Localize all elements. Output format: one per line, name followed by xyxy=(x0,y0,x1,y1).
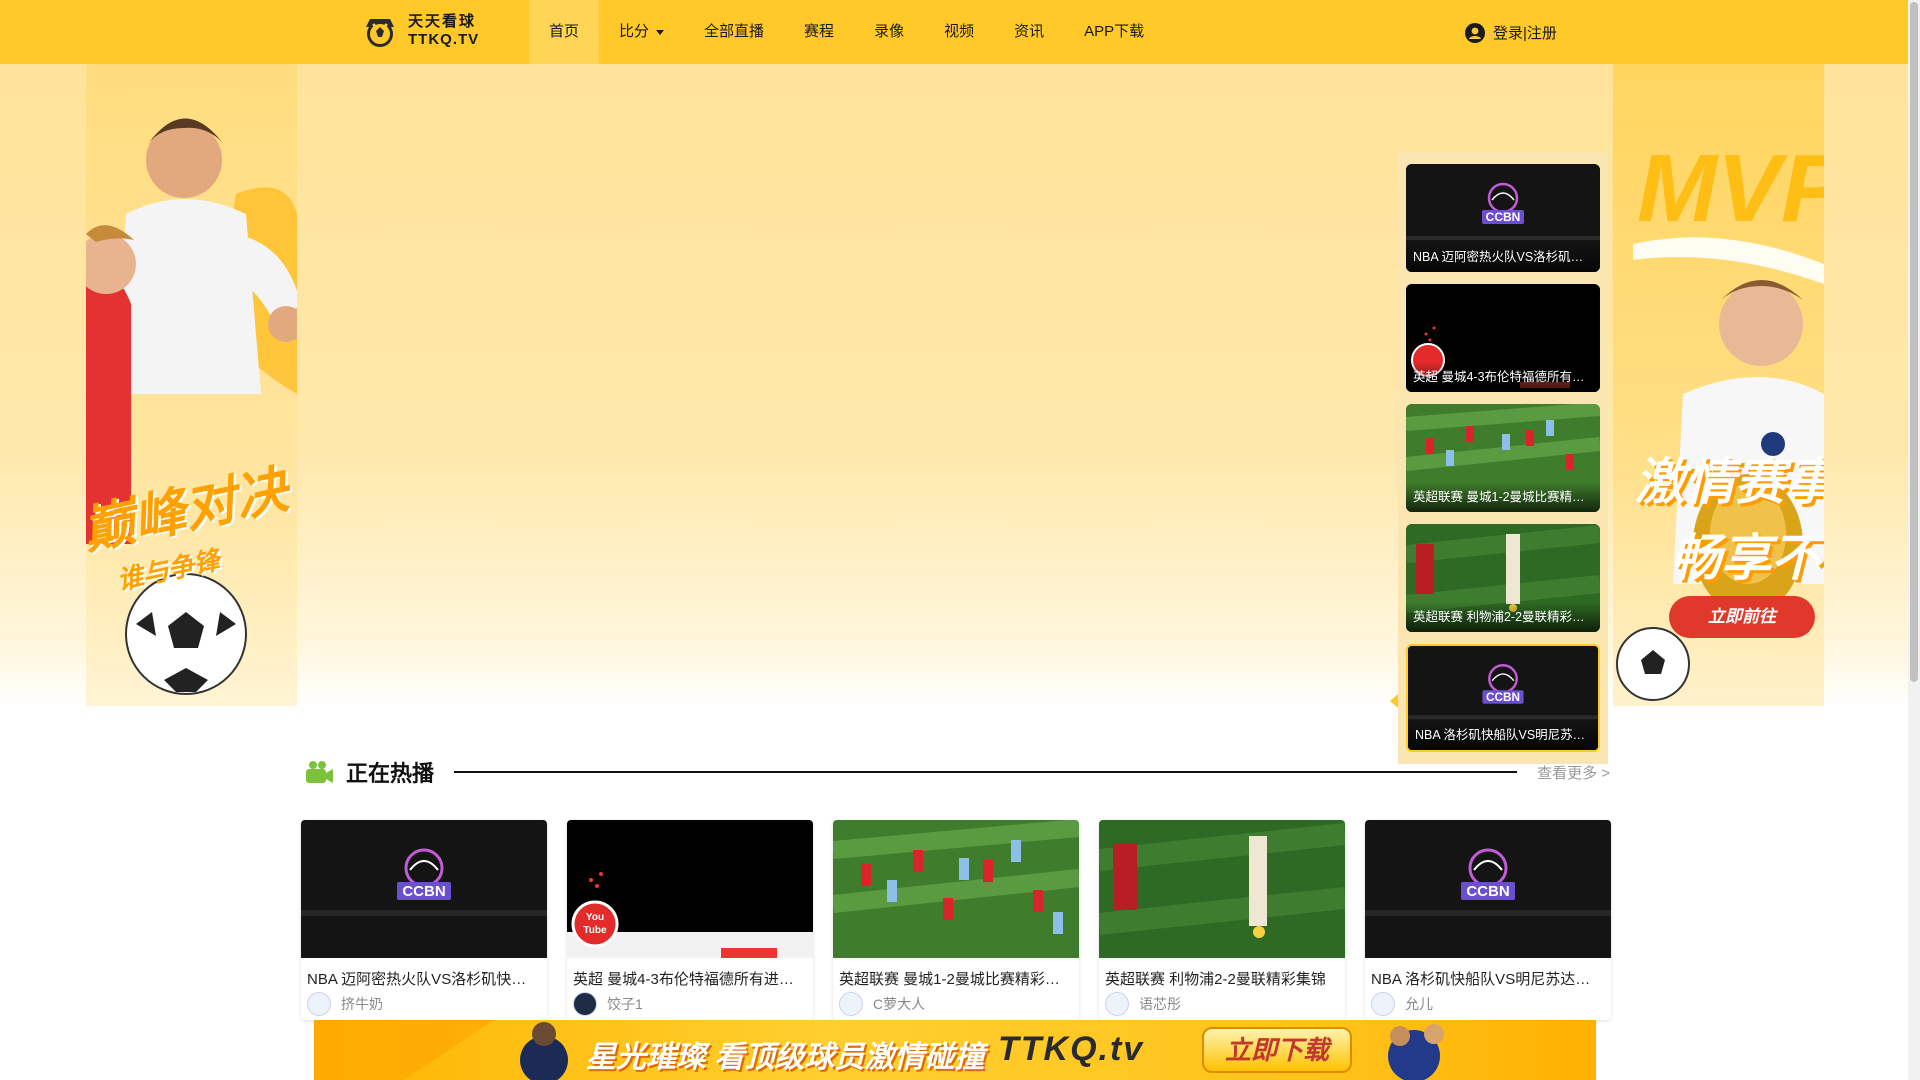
hero-area: 巅峰对决 谁与争锋 MVP 激情赛事 畅享不停 立即前往 xyxy=(0,64,1908,764)
view-more-link[interactable]: 查看更多 > xyxy=(1537,762,1610,783)
now-playing-section-header: 正在热播 查看更多 > xyxy=(304,752,1610,792)
football-pitch-icon xyxy=(1099,820,1345,958)
avatar xyxy=(839,992,863,1016)
video-card[interactable]: CCBN NBA 洛杉矶快船队VS明尼苏达森林狼队 允儿 xyxy=(1365,820,1611,1020)
left-banner-art xyxy=(86,118,297,695)
nav-news[interactable]: 资讯 xyxy=(994,0,1064,64)
scrollbar-thumb[interactable] xyxy=(1910,2,1918,682)
video-card[interactable]: CCBN NBA 迈阿密热火队VS洛杉矶快船队 挤牛奶 xyxy=(301,820,547,1020)
author-name: C萝大人 xyxy=(873,996,926,1012)
login-register-label: 登录|注册 xyxy=(1493,25,1557,42)
page-scrollbar[interactable] xyxy=(1908,0,1920,1080)
top-header: 天天看球 TTKQ.TV 首页 比分 全部直播 赛程 录像 视频 资讯 APP下… xyxy=(0,0,1908,64)
svg-text:CCBN: CCBN xyxy=(1486,210,1521,224)
active-item-arrow-icon xyxy=(1390,694,1398,708)
avatar xyxy=(1105,992,1129,1016)
playlist-item-title: NBA 迈阿密热火队VS洛杉矶快船队 xyxy=(1406,242,1600,272)
nav-home-label: 首页 xyxy=(549,23,580,40)
download-now-button[interactable]: 立即下载 xyxy=(1202,1027,1352,1073)
video-card-title: 英超联赛 利物浦2-2曼联精彩集锦 xyxy=(1105,971,1326,988)
svg-text:CCBN: CCBN xyxy=(1486,691,1520,704)
svg-text:CCBN: CCBN xyxy=(1466,883,1509,900)
caret-down-icon xyxy=(656,29,665,35)
svg-text:You: You xyxy=(586,912,604,923)
nav-news-label: 资讯 xyxy=(1014,23,1045,40)
nav-video[interactable]: 视频 xyxy=(924,0,994,64)
playlist-item-title: 英超联赛 利物浦2-2曼联精彩集锦 xyxy=(1406,602,1600,632)
user-circle-icon xyxy=(1465,22,1485,43)
section-title: 正在热播 xyxy=(346,761,435,786)
playlist-item[interactable]: 英超 曼城4-3布伦特福德所有进球及集锦 xyxy=(1406,284,1600,392)
avatar xyxy=(1371,992,1395,1016)
right-banner-slogan-2: 畅享不停 xyxy=(1671,530,1824,586)
nav-app-download[interactable]: APP下载 xyxy=(1064,0,1164,64)
nav-home[interactable]: 首页 xyxy=(529,0,600,64)
svg-text:Tube: Tube xyxy=(583,925,607,936)
app-download-promo-banner[interactable]: 星光璀璨 看顶级球员激情碰撞 TTKQ.tv 立即下载 xyxy=(314,1020,1596,1080)
nav-app-download-label: APP下载 xyxy=(1084,23,1145,40)
video-card-author: 饺子1 xyxy=(573,992,643,1016)
go-now-button[interactable]: 立即前往 xyxy=(1669,596,1815,638)
nav-replay[interactable]: 录像 xyxy=(854,0,924,64)
video-card-author: 挤牛奶 xyxy=(307,992,383,1016)
nav-schedule[interactable]: 赛程 xyxy=(784,0,854,64)
avatar xyxy=(307,992,331,1016)
logo-ball-icon xyxy=(366,19,394,47)
promo-brand: TTKQ.tv xyxy=(998,1030,1145,1068)
author-name: 语芯彤 xyxy=(1139,996,1181,1012)
site-logo[interactable]: 天天看球 TTKQ.TV xyxy=(362,13,479,49)
author-name: 允儿 xyxy=(1405,996,1433,1012)
playlist-item[interactable]: 英超联赛 曼城1-2曼城比赛精彩集锦 xyxy=(1406,404,1600,512)
playlist-item-title: 英超 曼城4-3布伦特福德所有进球及集锦 xyxy=(1406,362,1600,392)
playlist-item-title: 英超联赛 曼城1-2曼城比赛精彩集锦 xyxy=(1406,482,1600,512)
playlist-item-active[interactable]: CCBN NBA 洛杉矶快船队VS明尼苏达森林狼队 xyxy=(1406,644,1600,752)
video-card-title: NBA 迈阿密热火队VS洛杉矶快船队 xyxy=(307,971,541,988)
nav-score[interactable]: 比分 xyxy=(599,0,684,64)
nav-score-label: 比分 xyxy=(619,23,650,40)
ccbn-logo-icon: CCBN xyxy=(1365,820,1611,958)
nav-replay-label: 录像 xyxy=(874,23,905,40)
video-card-author: 允儿 xyxy=(1371,992,1433,1016)
video-card-list: CCBN NBA 迈阿密热火队VS洛杉矶快船队 挤牛奶 You Tube 英超 … xyxy=(301,820,1611,1020)
avatar xyxy=(573,992,597,1016)
promo-slogan: 星光璀璨 看顶级球员激情碰撞 xyxy=(586,1041,985,1074)
video-card-title: 英超联赛 曼城1-2曼城比赛精彩集锦 xyxy=(839,971,1073,988)
right-ad-banner[interactable]: MVP 激情赛事 畅享不停 立即前往 xyxy=(1613,64,1824,706)
logo-name-en: TTKQ.TV xyxy=(408,31,480,48)
video-card-title: NBA 洛杉矶快船队VS明尼苏达森林狼队 xyxy=(1371,971,1605,988)
youtube-icon: You Tube xyxy=(567,820,813,958)
video-card[interactable]: 英超联赛 曼城1-2曼城比赛精彩集锦 C萝大人 xyxy=(833,820,1079,1020)
author-name: 饺子1 xyxy=(607,996,643,1012)
camera-icon xyxy=(306,761,333,783)
video-card-author: 语芯彤 xyxy=(1105,992,1181,1016)
playlist-item[interactable]: CCBN NBA 迈阿密热火队VS洛杉矶快船队 xyxy=(1406,164,1600,272)
video-card[interactable]: You Tube 英超 曼城4-3布伦特福德所有进球及集锦 饺子1 xyxy=(567,820,813,1020)
logo-name-cn: 天天看球 xyxy=(408,13,477,30)
nav-all-live-label: 全部直播 xyxy=(704,23,765,40)
video-card-author: C萝大人 xyxy=(839,992,925,1016)
section-divider xyxy=(454,771,1518,773)
login-register-link[interactable]: 登录|注册 xyxy=(1465,22,1557,43)
nav-schedule-label: 赛程 xyxy=(804,23,835,40)
right-banner-slogan-1: 激情赛事 xyxy=(1635,454,1824,510)
left-ad-banner[interactable]: 巅峰对决 谁与争锋 xyxy=(86,64,297,706)
video-playlist: CCBN NBA 迈阿密热火队VS洛杉矶快船队 英超 曼城4-3布伦特福德所有进… xyxy=(1390,152,1608,764)
main-nav: 首页 比分 全部直播 赛程 录像 视频 资讯 APP下载 xyxy=(529,0,1164,64)
video-card-title: 英超 曼城4-3布伦特福德所有进球及集锦 xyxy=(573,971,807,988)
video-card[interactable]: 英超联赛 利物浦2-2曼联精彩集锦 语芯彤 xyxy=(1099,820,1345,1020)
svg-text:CCBN: CCBN xyxy=(402,883,445,900)
nav-all-live[interactable]: 全部直播 xyxy=(684,0,784,64)
football-pitch-icon xyxy=(833,820,1079,958)
author-name: 挤牛奶 xyxy=(341,996,383,1012)
nav-video-label: 视频 xyxy=(944,23,975,40)
playlist-item-title: NBA 洛杉矶快船队VS明尼苏达森林狼队 xyxy=(1408,720,1598,750)
playlist-item[interactable]: 英超联赛 利物浦2-2曼联精彩集锦 xyxy=(1406,524,1600,632)
ccbn-logo-icon: CCBN xyxy=(301,820,547,958)
